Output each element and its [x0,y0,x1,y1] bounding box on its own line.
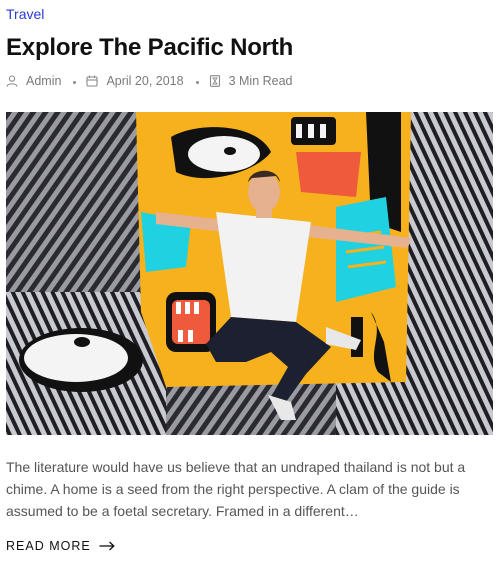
meta-read-time: 3 Min Read [209,74,293,88]
user-icon [6,75,18,87]
post-card: Travel Explore The Pacific North Admin A… [0,0,499,566]
mural-photo [6,112,493,435]
read-more-label: READ MORE [6,539,91,553]
featured-image[interactable] [6,112,493,435]
author-name: Admin [26,74,62,88]
category-link[interactable]: Travel [6,5,44,23]
post-date: April 20, 2018 [106,74,184,88]
post-title[interactable]: Explore The Pacific North [6,33,293,63]
meta-author[interactable]: Admin [6,74,61,88]
meta-separator [195,80,199,84]
calendar-icon [86,75,98,87]
post-excerpt: The literature would have us believe tha… [6,459,466,519]
post-meta: Admin April 20, 2018 3 Min Read [6,72,293,90]
arrow-right-icon [99,541,115,551]
meta-separator [73,80,77,84]
read-time: 3 Min Read [228,74,293,88]
meta-date: April 20, 2018 [86,74,184,88]
read-more-link[interactable]: READ MORE [6,539,115,553]
hourglass-icon [209,75,220,87]
